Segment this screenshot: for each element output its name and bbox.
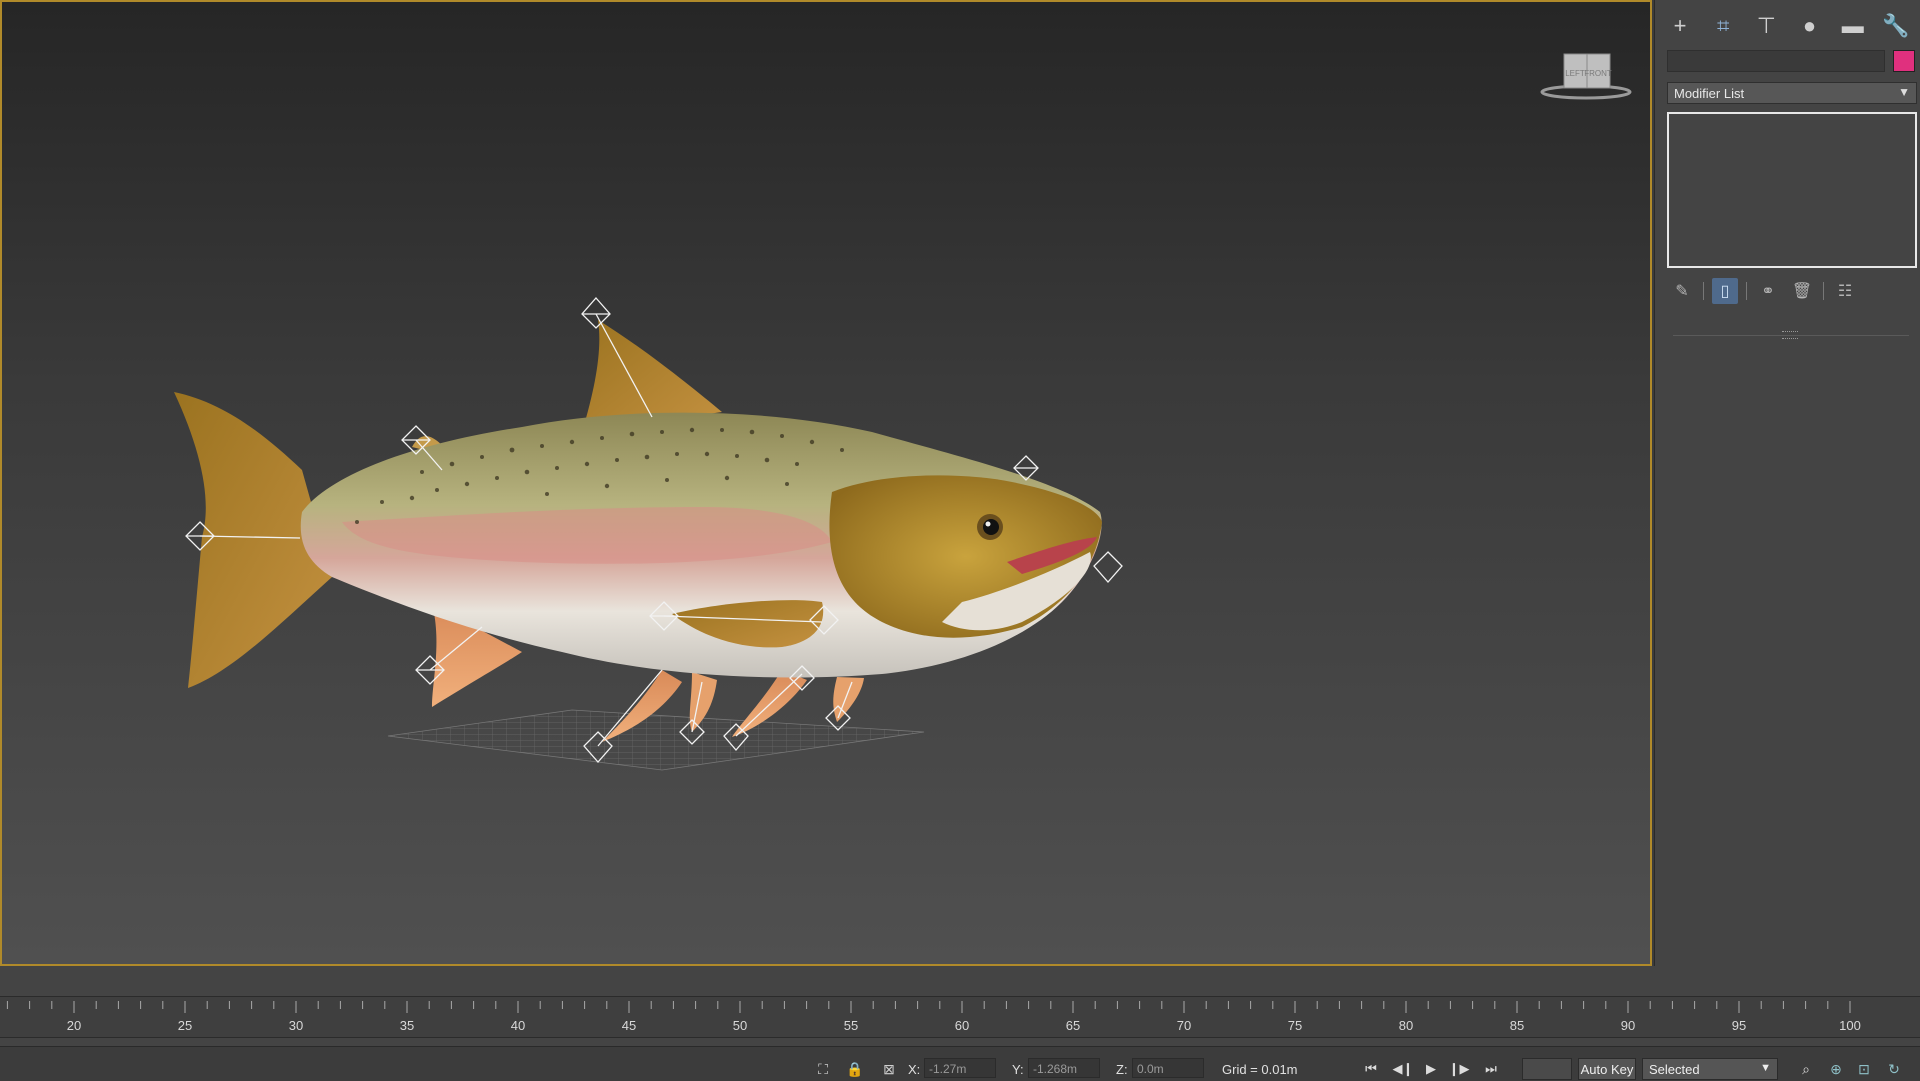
key-filter-value: Selected: [1649, 1062, 1700, 1077]
next-frame-icon: ❙▶: [1448, 1061, 1470, 1076]
previous-frame-icon: ◀❙: [1392, 1061, 1414, 1076]
pin-stack-icon: ✎: [1675, 283, 1689, 300]
stack-toolbar: ✎ ▯ ⚭ 🗑 ☷: [1669, 278, 1913, 304]
rollout-grip[interactable]: [1782, 331, 1798, 339]
divider: [1823, 282, 1824, 300]
home-grid: [387, 709, 925, 771]
zoom-icon[interactable]: ⌕: [1796, 1060, 1816, 1078]
modifier-list-label: Modifier List: [1674, 86, 1745, 101]
create-icon: +: [1673, 13, 1687, 38]
create-tab[interactable]: +: [1663, 9, 1697, 43]
make-unique-icon: ⚭: [1761, 283, 1775, 300]
ruler-tick-label: 30: [289, 1018, 303, 1033]
absolute-mode-icon[interactable]: ⊠: [880, 1060, 898, 1078]
viewcube[interactable]: LEFT FRONT: [1540, 46, 1632, 102]
command-panel: + ⌗ ⊤ ● ▬ 🔧 Modifier List ▼ ✎ ▯ ⚭ 🗑 ☷: [1654, 0, 1920, 966]
modify-tab[interactable]: ⌗: [1706, 9, 1740, 43]
wrench-icon: 🔧: [1882, 13, 1910, 38]
ruler-tick-label: 65: [1066, 1018, 1080, 1033]
zoom-all-icon[interactable]: ⊕: [1826, 1060, 1846, 1078]
modify-icon: ⌗: [1716, 13, 1730, 38]
perspective-viewport[interactable]: LEFT FRONT: [0, 0, 1652, 966]
viewcube-front-face: FRONT: [1584, 69, 1612, 78]
play-icon: ▶: [1426, 1061, 1436, 1076]
hierarchy-tab[interactable]: ⊤: [1749, 9, 1783, 43]
ruler-tick-label: 70: [1177, 1018, 1191, 1033]
motion-tab[interactable]: ●: [1793, 9, 1827, 43]
hierarchy-icon: ⊤: [1756, 13, 1776, 38]
object-name-field[interactable]: [1667, 50, 1885, 72]
grid-size-text: Grid = 0.01m: [1222, 1062, 1298, 1077]
remove-modifier-icon: 🗑: [1791, 283, 1813, 300]
object-color-swatch[interactable]: [1893, 50, 1915, 72]
modifier-stack[interactable]: [1667, 112, 1917, 268]
z-coord-field[interactable]: 0.0m: [1132, 1058, 1204, 1078]
make-unique-button[interactable]: ⚭: [1755, 278, 1781, 304]
go-to-start-button[interactable]: ⏮: [1360, 1059, 1382, 1079]
key-filter-dropdown[interactable]: Selected ▼: [1642, 1058, 1778, 1080]
display-icon: ▬: [1841, 13, 1864, 38]
ruler-tick-label: 100: [1839, 1018, 1861, 1033]
go-to-end-button[interactable]: ⏭: [1480, 1059, 1502, 1079]
go-to-start-icon: ⏮: [1365, 1061, 1377, 1076]
go-to-end-icon: ⏭: [1485, 1061, 1497, 1076]
motion-icon: ●: [1802, 13, 1817, 38]
ruler-tick-label: 80: [1399, 1018, 1413, 1033]
ruler-tick-label: 40: [511, 1018, 525, 1033]
divider: [1746, 282, 1747, 300]
ruler-tick-label: 50: [733, 1018, 747, 1033]
ruler-tick-label: 95: [1732, 1018, 1746, 1033]
viewcube-left-face: LEFT: [1565, 69, 1585, 78]
z-coord-label: Z:: [1116, 1062, 1128, 1077]
chevron-down-icon: ▼: [1760, 1062, 1771, 1074]
remove-modifier-button[interactable]: 🗑: [1789, 278, 1815, 304]
next-frame-button[interactable]: ❙▶: [1448, 1059, 1470, 1079]
orbit-icon[interactable]: ↻: [1884, 1060, 1904, 1078]
lock-icon[interactable]: 🔒: [846, 1060, 864, 1078]
command-panel-tabs: + ⌗ ⊤ ● ▬ 🔧: [1663, 8, 1913, 44]
y-coord-label: Y:: [1012, 1062, 1024, 1077]
isolate-selection-icon[interactable]: ⛶: [814, 1060, 832, 1078]
set-key-button[interactable]: [1522, 1058, 1572, 1080]
auto-key-button[interactable]: Auto Key: [1578, 1058, 1636, 1080]
frame-ruler: 20 25 30 35 40 45 50 55 60 65 70 75 80 85 90 95 100: [6, 1001, 1861, 1033]
y-coord-field[interactable]: -1.268m: [1028, 1058, 1100, 1078]
pin-stack-button[interactable]: ✎: [1669, 278, 1695, 304]
fish-scene: [174, 297, 1123, 771]
display-tab[interactable]: ▬: [1836, 9, 1870, 43]
ruler-tick-label: 20: [67, 1018, 81, 1033]
configure-modifier-sets-icon: ☷: [1837, 283, 1853, 300]
ruler-tick-label: 90: [1621, 1018, 1635, 1033]
play-button[interactable]: ▶: [1420, 1059, 1442, 1079]
chevron-down-icon: ▼: [1898, 85, 1910, 99]
configure-modifier-sets-button[interactable]: ☷: [1832, 278, 1858, 304]
zoom-extents-icon[interactable]: ⊡: [1854, 1060, 1874, 1078]
ruler-tick-label: 85: [1510, 1018, 1524, 1033]
show-end-result-icon: ▯: [1720, 283, 1730, 300]
ruler-tick-label: 55: [844, 1018, 858, 1033]
modifier-list-dropdown[interactable]: Modifier List ▼: [1667, 82, 1917, 104]
ruler-tick-label: 25: [178, 1018, 192, 1033]
x-coord-field[interactable]: -1.27m: [924, 1058, 996, 1078]
ruler-tick-label: 60: [955, 1018, 969, 1033]
ruler-tick-label: 45: [622, 1018, 636, 1033]
utilities-tab[interactable]: 🔧: [1879, 9, 1913, 43]
track-bar[interactable]: 20 25 30 35 40 45 50 55 60 65 70 75 80 85 90 95 100: [0, 996, 1920, 1038]
divider: [1703, 282, 1704, 300]
x-coord-label: X:: [908, 1062, 921, 1077]
show-end-result-button[interactable]: ▯: [1712, 278, 1738, 304]
previous-frame-button[interactable]: ◀❙: [1392, 1059, 1414, 1079]
ruler-tick-label: 75: [1288, 1018, 1302, 1033]
ruler-tick-label: 35: [400, 1018, 414, 1033]
